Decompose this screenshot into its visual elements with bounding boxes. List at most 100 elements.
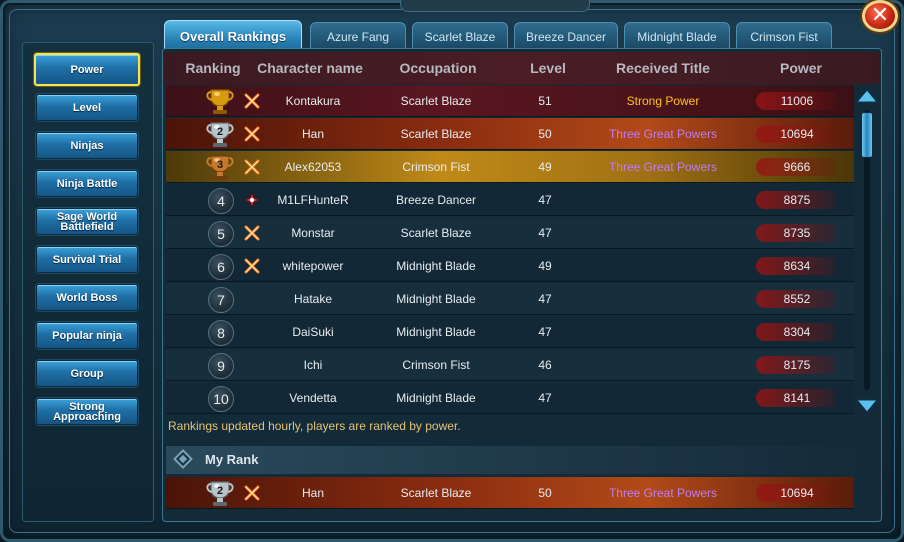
character-name[interactable]: M1LFHunteR [258, 184, 368, 216]
silver-trophy-icon: 2 [206, 122, 234, 147]
table-row[interactable]: 4 M1LFHunteR Breeze Dancer 47 8875 [166, 184, 854, 216]
level: 49 [538, 160, 552, 174]
character-name[interactable]: Han [258, 477, 368, 509]
received-title: Three Great Powers [608, 486, 718, 500]
sidebar-item-power[interactable]: Power [34, 53, 140, 86]
tab-breeze-dancer[interactable]: Breeze Dancer [514, 22, 618, 48]
received-title: Three Great Powers [608, 127, 718, 141]
received-title [590, 316, 736, 348]
update-note: Rankings updated hourly, players are ran… [168, 419, 461, 433]
my-rank-icon [173, 449, 193, 469]
table-row[interactable]: 7 Hatake Midnight Blade 47 8552 [166, 283, 854, 315]
occupation: Midnight Blade [396, 292, 476, 306]
character-name[interactable]: DaiSuki [258, 316, 368, 348]
received-title [590, 184, 736, 216]
level: 51 [538, 94, 552, 108]
occupation: Breeze Dancer [395, 193, 477, 207]
table-row[interactable]: Kontakura Scarlet Blaze 51 Strong Power … [166, 85, 854, 117]
occupation: Scarlet Blaze [400, 226, 472, 240]
power-value: 8175 [783, 358, 811, 372]
power-value: 8304 [783, 325, 811, 339]
close-icon: ✕ [870, 3, 890, 28]
silver-trophy-icon: 2 [206, 481, 234, 506]
rank-badge: 7 [208, 287, 234, 313]
occupation: Scarlet Blaze [400, 94, 472, 108]
sidebar-item-ninja-battle[interactable]: Ninja Battle [36, 170, 138, 197]
column-header-occupation: Occupation [399, 60, 477, 76]
sidebar-item-world-boss[interactable]: World Boss [36, 284, 138, 311]
column-header-level: Level [530, 60, 566, 76]
ranking-list: Kontakura Scarlet Blaze 51 Strong Power … [166, 85, 854, 415]
scroll-down-icon[interactable] [856, 398, 878, 414]
power-value: 10694 [780, 486, 814, 500]
sidebar-item-level[interactable]: Level [36, 94, 138, 121]
sidebar-item-ninjas[interactable]: Ninjas [36, 132, 138, 159]
tab-crimson-fist[interactable]: Crimson Fist [736, 22, 832, 48]
occupation: Crimson Fist [402, 358, 470, 372]
sidebar-item-strong-approaching[interactable]: Strong Approaching [36, 398, 138, 425]
scroll-up-icon[interactable] [856, 88, 878, 104]
power-value: 8141 [783, 391, 811, 405]
tab-scarlet-blaze[interactable]: Scarlet Blaze [412, 22, 508, 48]
received-title [590, 250, 736, 282]
character-name[interactable]: Ichi [258, 349, 368, 381]
ranking-scrollbar[interactable] [856, 88, 878, 414]
close-button[interactable]: ✕ [862, 0, 898, 32]
level: 50 [538, 486, 552, 500]
received-title: Strong Power [626, 94, 700, 108]
table-row[interactable]: 3 Alex62053 Crimson Fist 49 Three Great … [166, 151, 854, 183]
occupation: Scarlet Blaze [400, 486, 472, 500]
column-header-name: Character name [257, 60, 363, 76]
occupation: Scarlet Blaze [400, 127, 472, 141]
level: 49 [538, 259, 552, 273]
sidebar-item-survival-trial[interactable]: Survival Trial [36, 246, 138, 273]
table-row[interactable]: 6 whitepower Midnight Blade 49 8634 [166, 250, 854, 282]
character-name[interactable]: Hatake [258, 283, 368, 315]
tab-overall-rankings[interactable]: Overall Rankings [164, 20, 302, 50]
character-name[interactable]: Monstar [258, 217, 368, 249]
table-row[interactable]: 8 DaiSuki Midnight Blade 47 8304 [166, 316, 854, 348]
rank-badge: 9 [208, 353, 234, 379]
power-value: 11006 [780, 94, 814, 108]
sidebar-item-group[interactable]: Group [36, 360, 138, 387]
occupation: Crimson Fist [402, 160, 470, 174]
my-rank-row: 2 Han Scarlet Blaze 50 Three Great Power… [166, 477, 854, 509]
scroll-thumb[interactable] [861, 112, 873, 158]
tab-midnight-blade[interactable]: Midnight Blade [624, 22, 730, 48]
sidebar-item-popular-ninja[interactable]: Popular ninja [36, 322, 138, 349]
svg-text:2: 2 [217, 485, 223, 497]
bronze-trophy-icon: 3 [206, 155, 234, 180]
level: 47 [538, 226, 552, 240]
tab-azure-fang[interactable]: Azure Fang [310, 22, 406, 48]
header-ornament [400, 0, 590, 12]
received-title [590, 283, 736, 315]
character-name[interactable]: whitepower [258, 250, 368, 282]
my-rank-entry[interactable]: 2 Han Scarlet Blaze 50 Three Great Power… [166, 477, 854, 509]
table-row[interactable]: 9 Ichi Crimson Fist 46 8175 [166, 349, 854, 381]
my-rank-label: My Rank [205, 452, 259, 467]
rank-badge: 5 [208, 221, 234, 247]
character-name[interactable]: Kontakura [258, 85, 368, 117]
svg-text:3: 3 [217, 159, 223, 171]
character-name[interactable]: Alex62053 [258, 151, 368, 183]
received-title [590, 217, 736, 249]
rank-badge: 8 [208, 320, 234, 346]
rank-badge: 10 [208, 386, 234, 412]
power-value: 10694 [780, 127, 814, 141]
power-value: 8634 [783, 259, 811, 273]
power-value: 8552 [783, 292, 811, 306]
level: 50 [538, 127, 552, 141]
character-name[interactable]: Han [258, 118, 368, 150]
rank-badge: 4 [208, 188, 234, 214]
received-title: Three Great Powers [608, 160, 718, 174]
column-header-title: Received Title [616, 60, 710, 76]
my-rank-bar [166, 446, 876, 474]
table-row[interactable]: 5 Monstar Scarlet Blaze 47 8735 [166, 217, 854, 249]
table-row[interactable]: 10 Vendetta Midnight Blade 47 8141 [166, 382, 854, 414]
character-name[interactable]: Vendetta [258, 382, 368, 414]
sidebar-item-sage-world-battlefield[interactable]: Sage World Battlefield [36, 208, 138, 235]
table-row[interactable]: 2 Han Scarlet Blaze 50 Three Great Power… [166, 118, 854, 150]
power-value: 8875 [783, 193, 811, 207]
power-value: 9666 [783, 160, 811, 174]
power-value: 8735 [783, 226, 811, 240]
